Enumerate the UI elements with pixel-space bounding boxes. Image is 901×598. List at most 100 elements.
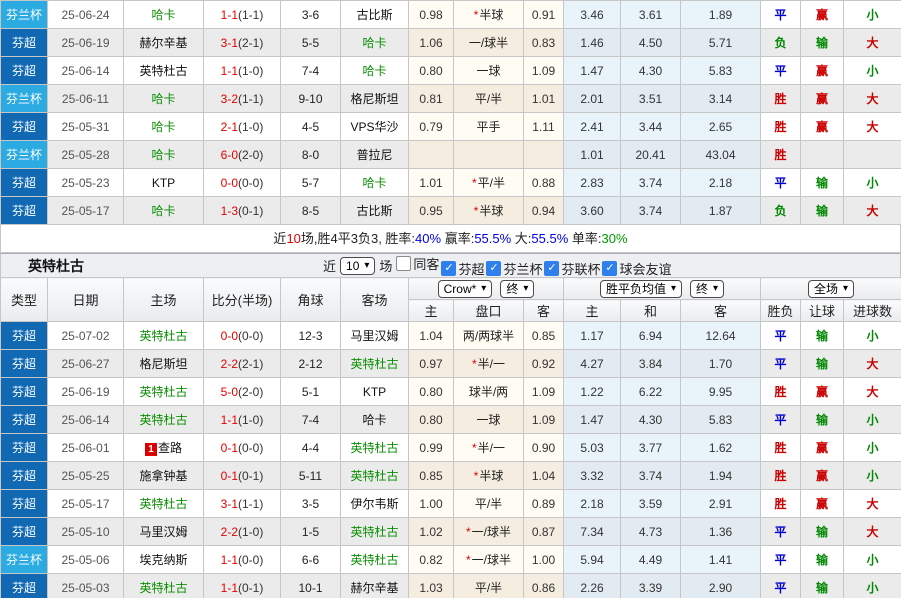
- team: 哈卡: [341, 406, 409, 434]
- checkbox-checked[interactable]: ✓: [441, 261, 456, 276]
- handicap-line: 平/半: [454, 85, 524, 113]
- handicap-text: 一/球半: [472, 525, 511, 539]
- team-name: 英特杜古: [139, 581, 187, 595]
- score: 0-1(0-0): [204, 434, 281, 462]
- handicap-line: 一/球半: [454, 29, 524, 57]
- match-date: 25-06-01: [48, 434, 124, 462]
- handicap-result-cell: 赢: [801, 462, 844, 490]
- half-time-score: (1-0): [238, 525, 263, 539]
- lose-odds: 2.18: [681, 169, 761, 197]
- half-time-score: (1-0): [238, 413, 263, 427]
- lose-odds: 5.71: [681, 29, 761, 57]
- lose-odds: 1.62: [681, 434, 761, 462]
- draw-odds: 3.84: [621, 350, 681, 378]
- result-cell: 胜: [761, 378, 801, 406]
- filter-option: ✓芬超: [441, 259, 484, 278]
- handicap-star: *: [472, 176, 477, 190]
- team-name: 英特杜古: [139, 413, 187, 427]
- checkbox-checked[interactable]: ✓: [602, 261, 617, 276]
- handicap-text: 平手: [476, 120, 500, 134]
- team-name: VPS华沙: [350, 120, 398, 134]
- score: 1-1(0-1): [204, 574, 281, 598]
- result-text: 胜: [774, 92, 786, 106]
- win-odds: 1.01: [564, 141, 621, 169]
- team-name: 马里汉姆: [139, 525, 187, 539]
- focus-team: 英特杜古: [124, 574, 204, 598]
- team: 伊尔韦斯: [341, 490, 409, 518]
- draw-odds: 3.39: [621, 574, 681, 598]
- league-type-badge: 芬超: [1, 57, 48, 85]
- score: 1-3(0-1): [204, 197, 281, 225]
- match-row: 芬超25-05-03英特杜古1-1(0-1)10-1赫尔辛基1.03平/半0.8…: [1, 574, 901, 598]
- team-name: 哈卡: [151, 92, 175, 106]
- bookmaker-select[interactable]: Crow*▾: [438, 280, 493, 298]
- col-header-type: 类型: [1, 278, 48, 322]
- handicap-result-cell: 赢: [801, 57, 844, 85]
- handicap-text: 两/两球半: [463, 329, 514, 343]
- win-odds: 1.22: [564, 378, 621, 406]
- odds-final-select[interactable]: 终▾: [690, 280, 724, 298]
- handicap-final-select[interactable]: 终▾: [500, 280, 534, 298]
- games-count-select[interactable]: 10▾: [340, 257, 375, 275]
- team-name: 古比斯: [356, 204, 392, 218]
- team-name: 埃克纳斯: [139, 553, 187, 567]
- handicap-result-cell: 输: [801, 518, 844, 546]
- result-cell: 胜: [761, 434, 801, 462]
- focus-team: 哈卡: [124, 113, 204, 141]
- team: 1查路: [124, 434, 204, 462]
- odds-average-select[interactable]: 胜平负均值▾: [600, 280, 682, 298]
- team-name: 英特杜古: [139, 64, 187, 78]
- handicap-away-odds: 1.09: [524, 406, 564, 434]
- team-name: 英特杜古: [350, 525, 398, 539]
- half-time-score: (2-1): [238, 36, 263, 50]
- team-name: 哈卡: [151, 120, 175, 134]
- lose-odds: 1.89: [681, 1, 761, 29]
- team-name: 英特杜古: [350, 357, 398, 371]
- result-text: 赢: [816, 92, 828, 106]
- score: 2-1(1-0): [204, 113, 281, 141]
- goals-result-cell: 小: [844, 546, 901, 574]
- checkbox-checked[interactable]: ✓: [486, 261, 501, 276]
- result-cell: 胜: [761, 462, 801, 490]
- col-header-result: 胜负: [761, 300, 801, 322]
- win-odds: 2.26: [564, 574, 621, 598]
- main-table-header: 类型 日期 主场 比分(半场) 角球 客场 Crow*▾ 终▾: [1, 278, 901, 322]
- focus-team: 英特杜古: [341, 434, 409, 462]
- summary-segment: 场,胜4平3负3, 胜率:: [301, 231, 415, 246]
- match-row: 芬超25-06-14英特杜古1-1(1-0)7-4哈卡0.80一球1.091.4…: [1, 406, 901, 434]
- filter-checkboxes: 同客✓芬超✓芬兰杯✓芬联杯✓球会友谊: [396, 254, 673, 278]
- match-date: 25-07-02: [48, 322, 124, 350]
- match-date: 25-05-10: [48, 518, 124, 546]
- handicap-home-odds: 1.03: [409, 574, 454, 598]
- team: KTP: [341, 378, 409, 406]
- handicap-away-odds: 0.94: [524, 197, 564, 225]
- league-type-badge: 芬超: [1, 462, 48, 490]
- match-row: 芬超25-06-19赫尔辛基3-1(2-1)5-5哈卡1.06一/球半0.831…: [1, 29, 901, 57]
- score: 1-1(1-1): [204, 1, 281, 29]
- lose-odds: 12.64: [681, 322, 761, 350]
- goals-result-cell: 小: [844, 169, 901, 197]
- score: 2-2(1-0): [204, 518, 281, 546]
- filter-label: 球会友谊: [619, 259, 671, 278]
- checkbox-unchecked[interactable]: [396, 256, 411, 271]
- full-time-score: 1-1: [221, 413, 238, 427]
- handicap-home-odds: 0.79: [409, 113, 454, 141]
- draw-odds: 3.59: [621, 490, 681, 518]
- match-row: 芬超25-05-17英特杜古3-1(1-1)3-5伊尔韦斯1.00平/半0.89…: [1, 490, 901, 518]
- result-cell: 平: [761, 350, 801, 378]
- draw-odds: 4.30: [621, 57, 681, 85]
- checkbox-checked[interactable]: ✓: [544, 261, 559, 276]
- chevron-down-icon: ▾: [481, 282, 486, 296]
- goals-result-cell: 小: [844, 462, 901, 490]
- league-type-badge: 芬超: [1, 406, 48, 434]
- scope-select[interactable]: 全场▾: [808, 280, 854, 298]
- win-odds: 1.47: [564, 57, 621, 85]
- team2-section-bar: 英特杜古 近 10▾ 场 同客✓芬超✓芬兰杯✓芬联杯✓球会友谊: [0, 253, 901, 277]
- team-name: 古比斯: [356, 8, 392, 22]
- lose-odds: 5.83: [681, 406, 761, 434]
- result-text: 大: [866, 204, 878, 218]
- col-header-win: 主: [564, 300, 621, 322]
- draw-odds: 4.30: [621, 406, 681, 434]
- score: 5-0(2-0): [204, 378, 281, 406]
- summary-segment: 近: [273, 231, 286, 246]
